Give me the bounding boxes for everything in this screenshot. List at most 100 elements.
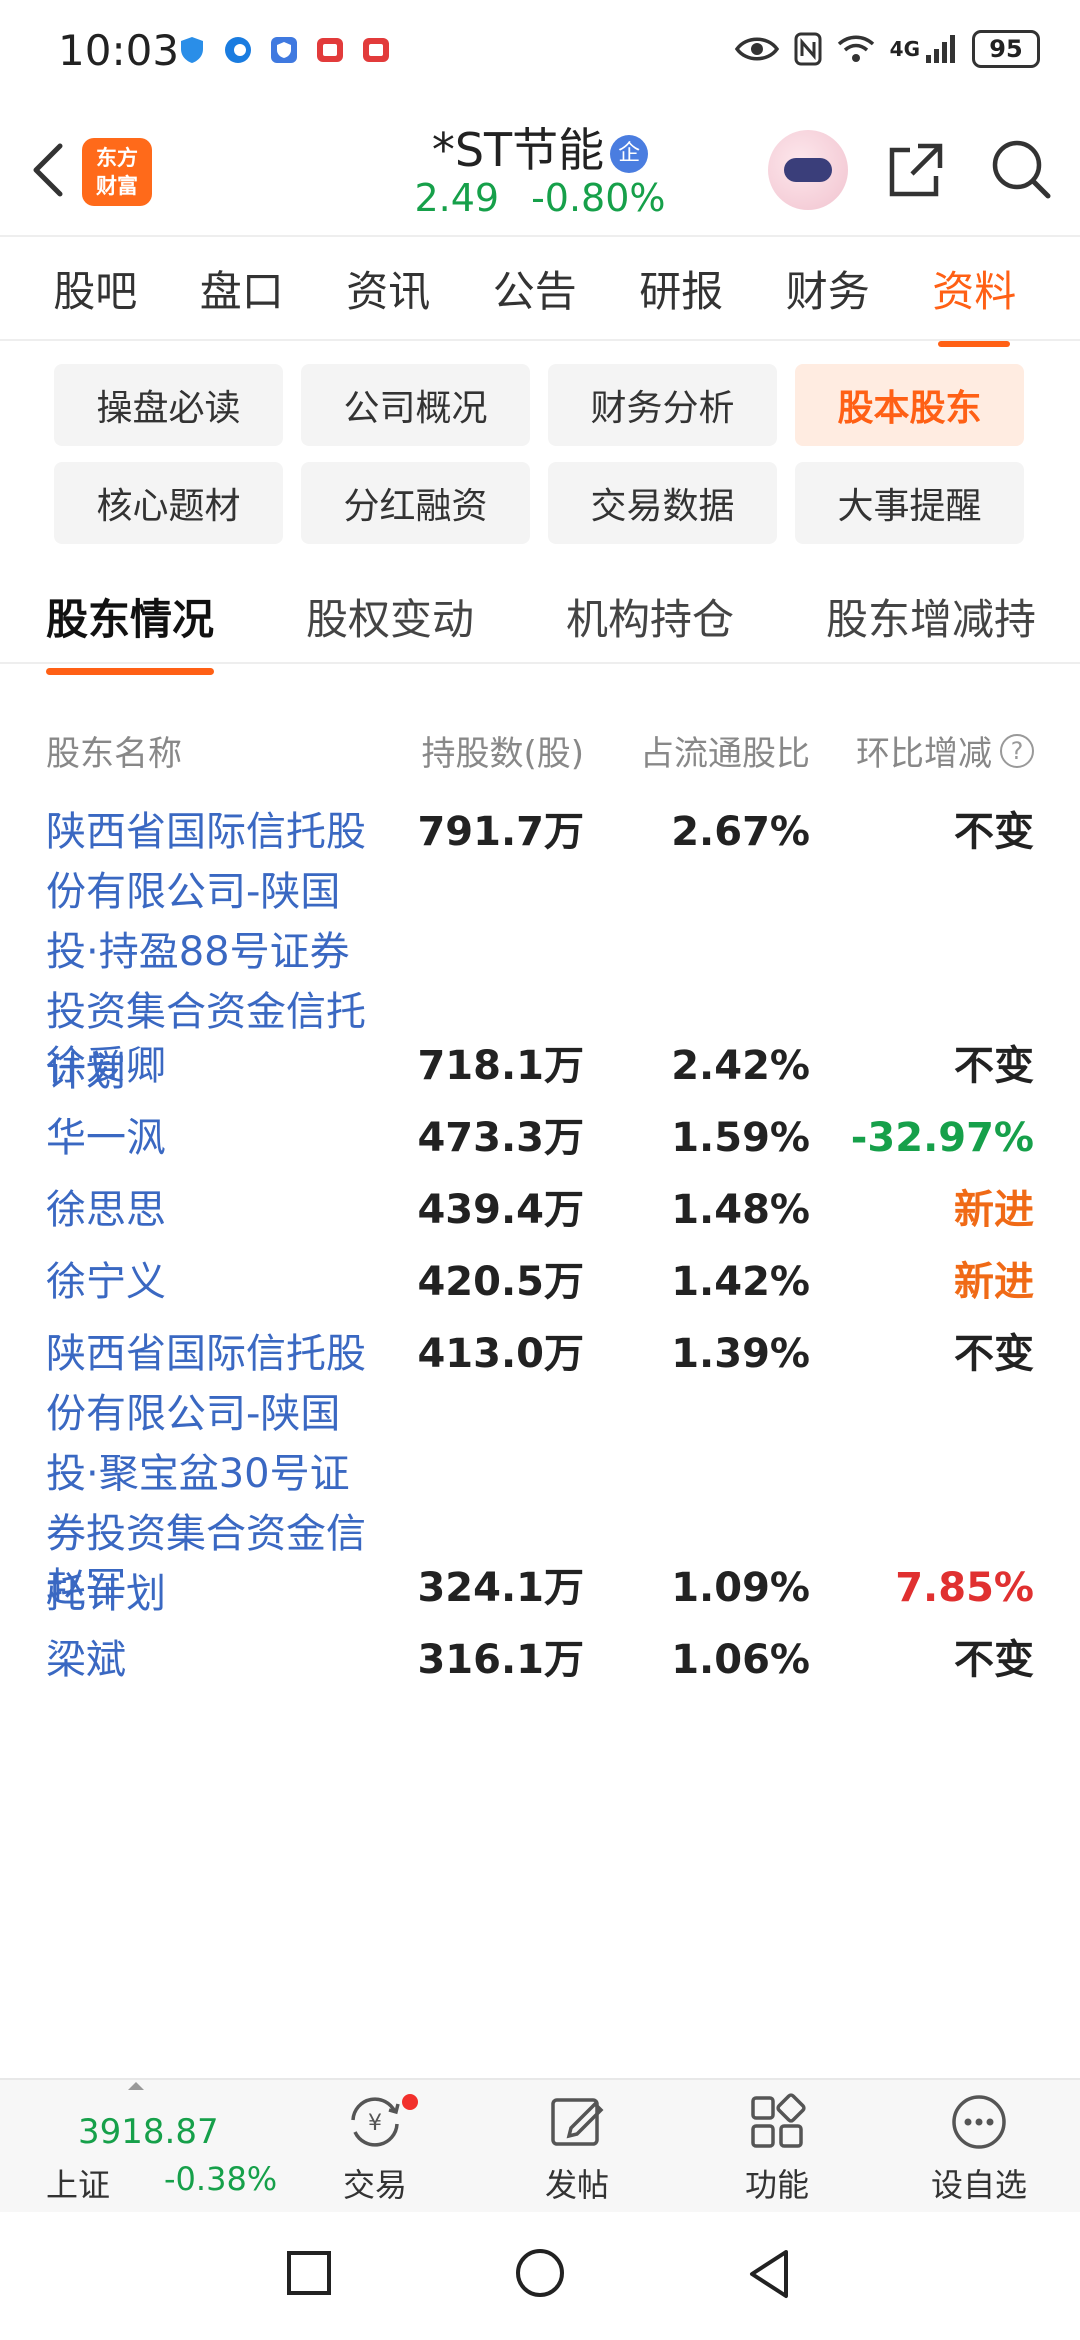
shareholder-name[interactable]: 华一沨 bbox=[46, 1108, 376, 1168]
subtab-shareholder-status[interactable]: 股东情况 bbox=[46, 586, 215, 675]
enterprise-badge: 企 bbox=[610, 135, 649, 173]
home-icon[interactable] bbox=[512, 2248, 568, 2304]
section-chip-grid: 操盘必读 公司概况 财务分析 股本股东 核心题材 分红融资 交易数据 大事提醒 bbox=[54, 364, 1026, 544]
tab-pankou[interactable]: 盘口 bbox=[169, 258, 316, 319]
shareholder-name[interactable]: 徐爱卿 bbox=[46, 1036, 376, 1096]
more-icon bbox=[952, 2095, 1006, 2149]
tab-guba[interactable]: 股吧 bbox=[22, 258, 169, 319]
index-change[interactable]: -0.38% bbox=[164, 2160, 277, 2198]
nav-post-label: 发帖 bbox=[544, 2166, 609, 2204]
table-row[interactable]: 徐思思 439.4万 1.48% 新进 bbox=[0, 1180, 1080, 1252]
chip-trading-essentials[interactable]: 操盘必读 bbox=[54, 364, 283, 446]
float-ratio-value: 2.67% bbox=[671, 809, 810, 855]
shareholder-name[interactable]: 梁斌 bbox=[46, 1630, 376, 1690]
post-icon bbox=[551, 2098, 604, 2146]
red-app-icon-2 bbox=[360, 34, 392, 66]
chip-trading-data[interactable]: 交易数据 bbox=[548, 462, 777, 544]
change-value: 不变 bbox=[954, 1043, 1034, 1089]
shareholder-table-header: 股东名称 持股数(股) 占流通股比 环比增减 ? bbox=[0, 726, 1080, 776]
subtab-institutional-holdings[interactable]: 机构持仓 bbox=[566, 586, 734, 647]
table-row[interactable]: 赵军 324.1万 1.09% 7.85% bbox=[0, 1558, 1080, 1630]
chip-company-overview[interactable]: 公司概况 bbox=[301, 364, 530, 446]
shareholder-name[interactable]: 赵军 bbox=[46, 1558, 376, 1618]
nav-post[interactable]: 发帖 bbox=[512, 2090, 642, 2206]
stock-name: *ST节能 bbox=[431, 123, 605, 177]
float-ratio-value: 1.09% bbox=[671, 1565, 810, 1611]
sub-tab-bar: 股东情况 股权变动 机构持仓 股东增减持 bbox=[0, 566, 1080, 675]
table-row[interactable]: 华一沨 473.3万 1.59% -32.97% bbox=[0, 1108, 1080, 1180]
chip-core-themes[interactable]: 核心题材 bbox=[54, 462, 283, 544]
status-bar: 10:03 4G 95 bbox=[0, 0, 1080, 100]
shares-value: 439.4万 bbox=[417, 1187, 584, 1233]
header-change: 环比增减 ? bbox=[856, 726, 1034, 775]
shareholder-table: 陕西省国际信托股份有限公司-陕国投·持盈88号证券投资集合资金信托计划 791.… bbox=[0, 802, 1080, 1702]
index-name[interactable]: 上证 bbox=[46, 2160, 110, 2206]
change-value: 新进 bbox=[954, 1259, 1034, 1305]
shares-value: 718.1万 bbox=[417, 1043, 584, 1089]
shareholder-name[interactable]: 徐宁义 bbox=[46, 1252, 376, 1312]
network-type: 4G bbox=[889, 37, 920, 61]
header-float-ratio: 占流通股比 bbox=[640, 734, 810, 774]
table-row[interactable]: 陕西省国际信托股份有限公司-陕国投·持盈88号证券投资集合资金信托计划 791.… bbox=[0, 802, 1080, 1095]
change-value: -32.97% bbox=[850, 1115, 1034, 1161]
shares-value: 420.5万 bbox=[417, 1259, 584, 1305]
tab-finance[interactable]: 财务 bbox=[755, 258, 902, 319]
subtab-holding-changes[interactable]: 股东增减持 bbox=[826, 586, 1036, 647]
tab-announcements[interactable]: 公告 bbox=[462, 258, 609, 319]
share-icon[interactable] bbox=[884, 138, 948, 202]
table-row[interactable]: 徐爱卿 718.1万 2.42% 不变 bbox=[0, 1036, 1080, 1108]
nav-trade[interactable]: ¥ 交易 bbox=[310, 2090, 440, 2206]
back-icon[interactable] bbox=[744, 2248, 794, 2300]
nfc-icon bbox=[794, 32, 822, 66]
trade-icon: ¥ bbox=[351, 2097, 400, 2147]
eye-icon bbox=[734, 37, 779, 61]
battery-icon: 95 bbox=[972, 30, 1040, 68]
change-value: 7.85% bbox=[895, 1565, 1034, 1611]
tab-research[interactable]: 研报 bbox=[608, 258, 755, 319]
system-nav-bar bbox=[0, 2212, 1080, 2340]
status-time: 10:03 bbox=[58, 26, 180, 75]
chip-shareholders[interactable]: 股本股东 bbox=[795, 364, 1024, 446]
help-icon[interactable]: ? bbox=[1000, 733, 1034, 768]
bottom-nav-bar: 3918.87 上证 -0.38% ¥ 交易 发帖 功能 设自选 bbox=[0, 2078, 1080, 2212]
nav-functions[interactable]: 功能 bbox=[712, 2090, 842, 2206]
chip-financial-analysis[interactable]: 财务分析 bbox=[548, 364, 777, 446]
shield-app-icon bbox=[176, 34, 208, 66]
status-right: 4G 95 bbox=[734, 30, 1040, 68]
change-value: 不变 bbox=[954, 809, 1034, 855]
svg-text:¥: ¥ bbox=[368, 2111, 382, 2136]
shares-value: 324.1万 bbox=[417, 1565, 584, 1611]
change-value: 不变 bbox=[954, 1637, 1034, 1683]
nav-add-watchlist-label: 设自选 bbox=[930, 2166, 1027, 2204]
shareholder-name[interactable]: 徐思思 bbox=[46, 1180, 376, 1240]
caret-up-icon[interactable] bbox=[128, 2082, 144, 2090]
shares-value: 473.3万 bbox=[417, 1115, 584, 1161]
float-ratio-value: 1.39% bbox=[671, 1331, 810, 1377]
recent-apps-icon[interactable] bbox=[284, 2248, 334, 2298]
subtab-equity-changes[interactable]: 股权变动 bbox=[306, 586, 474, 647]
shares-value: 316.1万 bbox=[417, 1637, 584, 1683]
table-row[interactable]: 陕西省国际信托股份有限公司-陕国投·聚宝盆30号证券投资集合资金信托计划 413… bbox=[0, 1324, 1080, 1617]
notification-dot bbox=[402, 2094, 418, 2110]
tab-news[interactable]: 资讯 bbox=[315, 258, 462, 319]
nav-add-watchlist[interactable]: 设自选 bbox=[914, 2090, 1044, 2206]
float-ratio-value: 1.48% bbox=[671, 1187, 810, 1233]
nav-functions-label: 功能 bbox=[744, 2166, 809, 2204]
float-ratio-value: 1.42% bbox=[671, 1259, 810, 1305]
status-app-icons bbox=[176, 34, 392, 66]
chip-dividends-financing[interactable]: 分红融资 bbox=[301, 462, 530, 544]
tab-profile[interactable]: 资料 bbox=[901, 258, 1048, 347]
search-icon[interactable] bbox=[988, 136, 1054, 202]
battery-level: 95 bbox=[989, 35, 1023, 63]
red-app-icon bbox=[314, 34, 346, 66]
stock-price: 2.49 bbox=[414, 176, 500, 220]
ai-assistant-robot-icon[interactable] bbox=[768, 130, 848, 210]
index-value[interactable]: 3918.87 bbox=[78, 2112, 219, 2152]
main-tab-bar: 股吧 盘口 资讯 公告 研报 财务 资料 bbox=[0, 235, 1080, 347]
chip-major-events[interactable]: 大事提醒 bbox=[795, 462, 1024, 544]
table-row[interactable]: 梁斌 316.1万 1.06% 不变 bbox=[0, 1630, 1080, 1702]
nav-trade-label: 交易 bbox=[342, 2166, 407, 2204]
wifi-icon bbox=[837, 35, 874, 62]
table-row[interactable]: 徐宁义 420.5万 1.42% 新进 bbox=[0, 1252, 1080, 1324]
stock-change-pct: -0.80% bbox=[531, 176, 666, 220]
